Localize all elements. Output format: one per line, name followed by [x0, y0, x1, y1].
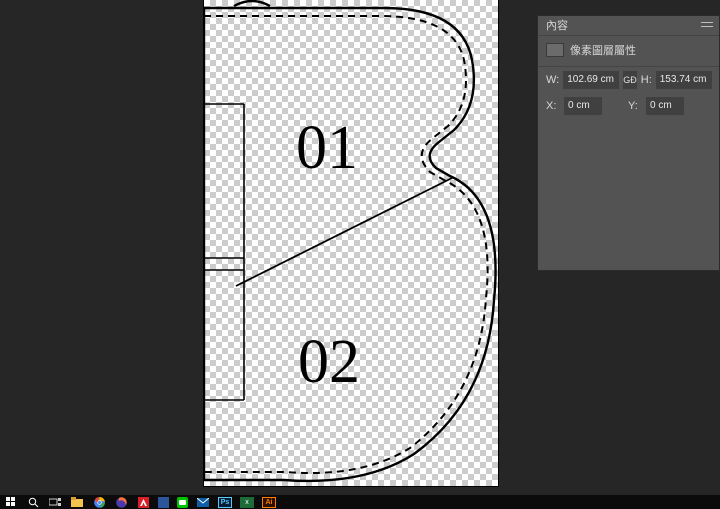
y-label: Y: — [628, 100, 642, 112]
panel-tab-title: 內容 — [546, 20, 568, 32]
x-label: X: — [546, 100, 560, 112]
firefox-icon[interactable] — [114, 497, 128, 508]
explorer-icon[interactable] — [70, 497, 84, 508]
properties-panel: 內容 像素圖層屬性 W: GĐ H: X: Y: — [537, 15, 720, 271]
taskbar: Ps x Ai — [0, 495, 720, 509]
excel-icon[interactable]: x — [240, 497, 254, 508]
panel-menu-icon[interactable] — [701, 19, 715, 31]
panel-section-title: 像素圖層屬性 — [570, 42, 636, 58]
panel-section-header: 像素圖層屬性 — [538, 36, 719, 67]
mail-icon[interactable] — [196, 497, 210, 508]
height-label: H: — [641, 74, 652, 86]
start-icon[interactable] — [4, 497, 18, 508]
line-icon[interactable] — [177, 497, 188, 508]
height-input[interactable] — [656, 71, 712, 89]
search-icon[interactable] — [26, 497, 40, 508]
y-input[interactable] — [646, 97, 684, 115]
taskview-icon[interactable] — [48, 497, 62, 508]
x-input[interactable] — [564, 97, 602, 115]
link-wh-button[interactable]: GĐ — [623, 71, 637, 89]
illustrator-icon[interactable]: Ai — [262, 497, 276, 508]
width-label: W: — [546, 74, 559, 86]
artwork-label-2: 02 — [298, 328, 360, 396]
width-input[interactable] — [563, 71, 619, 89]
artwork-label-1: 01 — [296, 114, 358, 182]
layer-thumb-icon — [546, 43, 564, 57]
adobe-icon[interactable] — [136, 497, 150, 508]
document-canvas[interactable]: 01 02 — [204, 0, 498, 486]
artwork-svg: 01 02 — [204, 0, 498, 486]
chrome-icon[interactable] — [92, 497, 106, 508]
word-icon[interactable] — [158, 497, 169, 508]
photoshop-icon[interactable]: Ps — [218, 497, 232, 508]
panel-tab[interactable]: 內容 — [538, 16, 719, 36]
